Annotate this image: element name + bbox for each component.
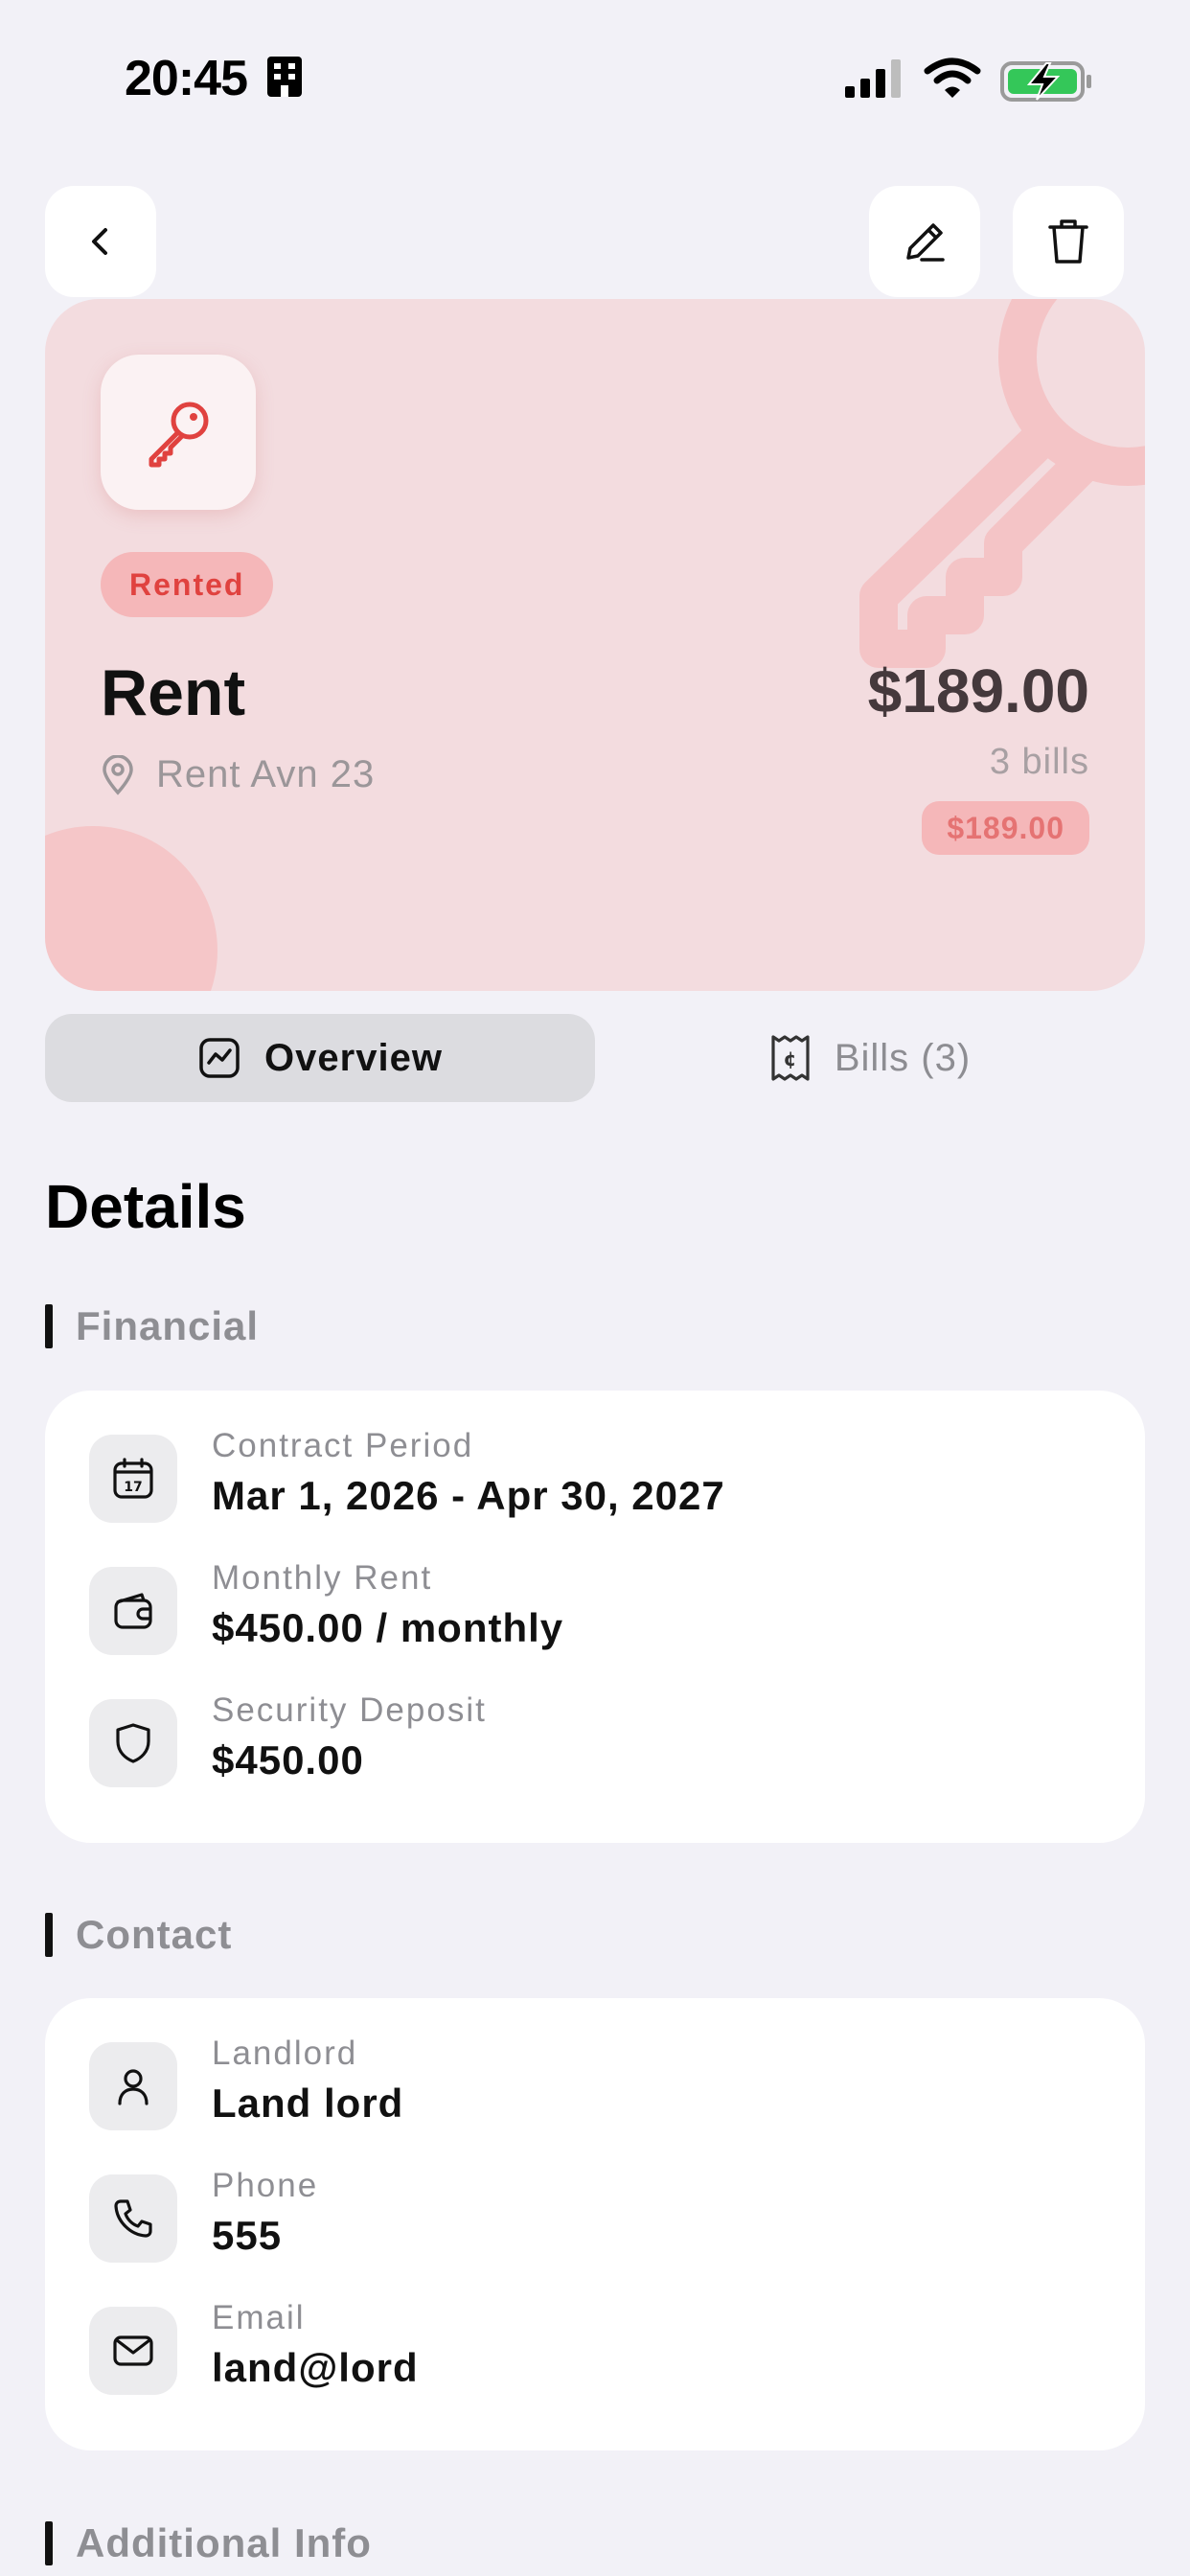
back-button[interactable] [45, 186, 156, 297]
contact-card: Landlord Land lord Phone 555 Email land@… [45, 1998, 1145, 2450]
total-amount: $189.00 [867, 656, 1089, 725]
row-icon-tile: 17 [89, 1435, 177, 1523]
calendar-icon: 17 [113, 1458, 153, 1499]
section-accent-bar [45, 1304, 53, 1348]
section-header-contact: Contact [45, 1912, 232, 1958]
wallet-icon [114, 1593, 152, 1629]
section-title: Additional Info [76, 2520, 372, 2565]
status-badge: Rented [101, 552, 274, 617]
pencil-icon [906, 223, 945, 262]
list-item-contract-period: 17 Contract Period Mar 1, 2026 - Apr 30,… [89, 1427, 724, 1523]
address-text: Rent Avn 23 [156, 753, 376, 795]
tab-bills[interactable]: ¢ Bills (3) [595, 1014, 1145, 1102]
row-value: land@lord [212, 2345, 419, 2390]
row-value: 555 [212, 2213, 283, 2258]
building-icon [267, 57, 303, 97]
list-item-security-deposit: Security Deposit $450.00 [89, 1691, 485, 1787]
list-item-landlord: Landlord Land lord [89, 2035, 402, 2130]
section-header-additional-info: Additional Info [45, 2520, 372, 2566]
svg-text:¢: ¢ [783, 1047, 797, 1070]
bills-count: 3 bills [989, 742, 1089, 782]
tab-bills-label: Bills (3) [834, 1036, 972, 1079]
category-icon-tile [101, 355, 256, 510]
chart-line-icon [199, 1038, 240, 1078]
property-address: Rent Avn 23 [101, 753, 375, 796]
property-title: Rent [101, 656, 246, 729]
person-icon [118, 2069, 149, 2105]
row-label: Monthly Rent [212, 1559, 433, 1597]
svg-text:17: 17 [124, 1480, 142, 1495]
row-label: Contract Period [212, 1427, 474, 1464]
row-icon-tile [89, 2307, 177, 2395]
envelope-icon [113, 2335, 153, 2366]
row-value: $450.00 / monthly [212, 1605, 564, 1650]
section-title: Financial [76, 1303, 260, 1348]
location-pin-icon [103, 754, 133, 795]
wifi-icon [924, 58, 981, 98]
status-icons [843, 56, 1092, 104]
hero-card: Rented Rent Rent Avn 23 $189.00 3 bills … [45, 299, 1145, 991]
trash-icon [1048, 219, 1088, 264]
row-value: Land lord [212, 2081, 404, 2126]
battery-charging-icon [1000, 61, 1091, 102]
phone-icon [114, 2199, 152, 2238]
page-title: Details [45, 1172, 246, 1241]
list-item-email[interactable]: Email land@lord [89, 2299, 418, 2395]
edit-button[interactable] [869, 186, 980, 297]
row-icon-tile [89, 2042, 177, 2130]
row-label: Landlord [212, 2035, 358, 2072]
decorative-circle [45, 826, 217, 991]
row-label: Email [212, 2299, 306, 2336]
signal-icon [845, 59, 901, 98]
financial-card: 17 Contract Period Mar 1, 2026 - Apr 30,… [45, 1391, 1145, 1843]
shield-icon [116, 1723, 150, 1763]
status-time-text: 20:45 [125, 51, 248, 106]
chevron-left-icon [92, 228, 107, 255]
row-value: Mar 1, 2026 - Apr 30, 2027 [212, 1473, 725, 1518]
row-label: Phone [212, 2167, 319, 2204]
section-title: Contact [76, 1912, 233, 1957]
tab-overview[interactable]: Overview [45, 1014, 595, 1102]
section-accent-bar [45, 1913, 53, 1957]
section-header-financial: Financial [45, 1303, 259, 1349]
row-icon-tile [89, 2174, 177, 2263]
list-item-monthly-rent: Monthly Rent $450.00 / monthly [89, 1559, 562, 1655]
row-label: Security Deposit [212, 1691, 487, 1729]
row-icon-tile [89, 1699, 177, 1787]
key-icon [149, 402, 209, 468]
status-time: 20:45 [125, 50, 304, 107]
list-item-phone[interactable]: Phone 555 [89, 2167, 316, 2263]
amount-badge: $189.00 [922, 801, 1089, 855]
row-icon-tile [89, 1567, 177, 1655]
row-value: $450.00 [212, 1737, 364, 1782]
tab-overview-label: Overview [264, 1036, 443, 1079]
delete-button[interactable] [1013, 186, 1124, 297]
section-accent-bar [45, 2521, 53, 2565]
key-watermark-icon [859, 299, 1145, 668]
receipt-icon: ¢ [771, 1035, 810, 1081]
